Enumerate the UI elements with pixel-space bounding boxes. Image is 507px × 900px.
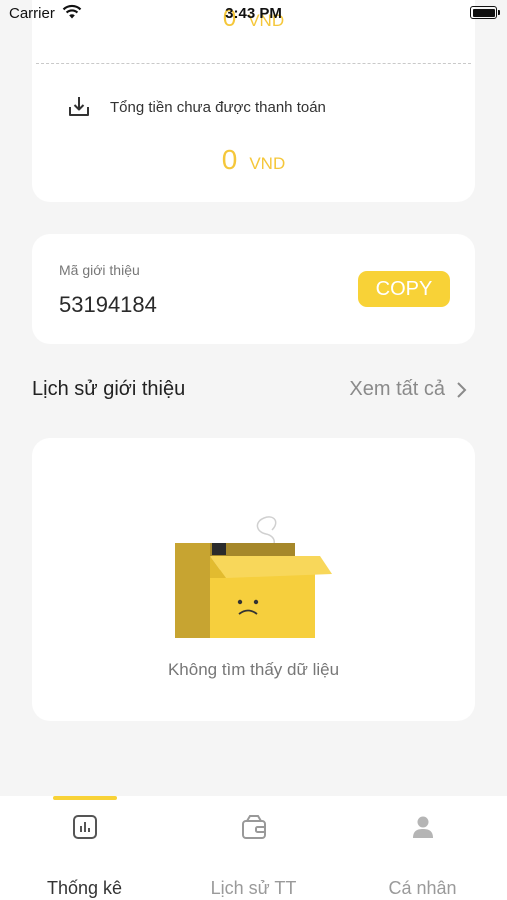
chevron-right-icon bbox=[457, 381, 467, 398]
referral-label: Mã giới thiệu bbox=[59, 262, 140, 278]
dashed-divider bbox=[36, 63, 471, 64]
referral-code: 53194184 bbox=[59, 292, 157, 317]
empty-state-text: Không tìm thấy dữ liệu bbox=[167, 660, 340, 679]
clock: 3:43 PM bbox=[225, 5, 282, 22]
status-bar: Carrier 3:43 PM bbox=[0, 0, 507, 28]
unpaid-row: Tổng tiền chưa được thanh toán bbox=[66, 94, 326, 120]
active-tab-indicator bbox=[52, 796, 117, 800]
unpaid-amount: 0 VND bbox=[32, 144, 475, 176]
unpaid-amount-value: 0 bbox=[221, 144, 238, 175]
tab-bar: Thống kê Lịch sử TT Cá nhân bbox=[0, 796, 507, 900]
history-title: Lịch sử giới thiệu bbox=[32, 378, 186, 400]
tab-statistics-label: Thống kê bbox=[46, 878, 123, 898]
battery-icon bbox=[470, 6, 500, 19]
tab-statistics[interactable]: Thống kê bbox=[0, 796, 169, 900]
empty-box-illustration bbox=[175, 516, 332, 638]
download-icon bbox=[69, 97, 89, 116]
tab-profile[interactable]: Cá nhân bbox=[338, 796, 507, 900]
wallet-icon bbox=[241, 815, 266, 839]
unpaid-amount-unit: VND bbox=[249, 154, 286, 173]
copy-button[interactable]: COPY bbox=[358, 271, 450, 307]
see-all-label: Xem tất cả bbox=[349, 378, 445, 400]
chart-icon bbox=[72, 815, 97, 839]
summary-card: 0 VND Tổng tiền chưa được thanh toán 0 VND bbox=[32, 0, 475, 202]
tab-profile-label: Cá nhân bbox=[388, 878, 457, 898]
unpaid-label: Tổng tiền chưa được thanh toán bbox=[110, 98, 326, 116]
history-header: Lịch sử giới thiệu Xem tất cả bbox=[32, 378, 475, 406]
tab-payment-history[interactable]: Lịch sử TT bbox=[169, 796, 338, 900]
history-empty-card: Không tìm thấy dữ liệu bbox=[32, 438, 475, 721]
referral-card: Mã giới thiệu 53194184 COPY bbox=[32, 234, 475, 344]
tab-payment-history-label: Lịch sử TT bbox=[210, 878, 297, 898]
person-icon bbox=[412, 816, 433, 838]
see-all-link[interactable]: Xem tất cả bbox=[349, 378, 467, 401]
